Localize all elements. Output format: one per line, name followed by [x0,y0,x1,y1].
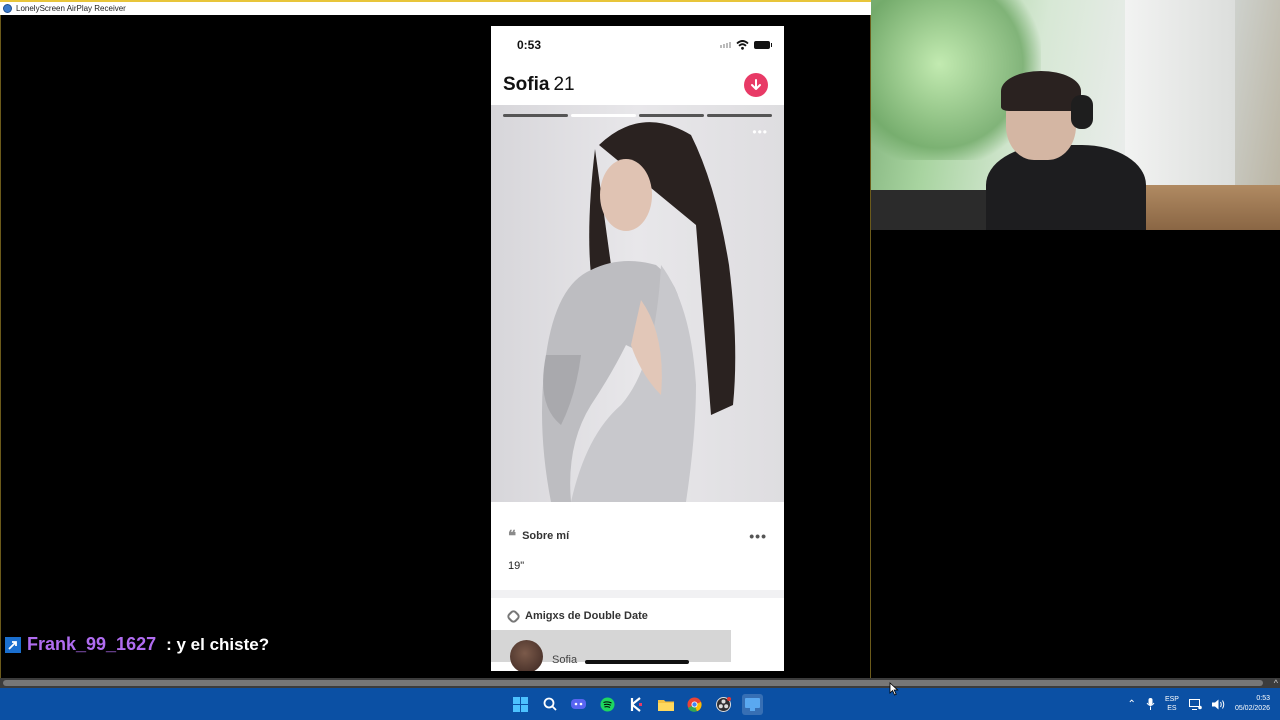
taskbar-clock[interactable]: 0:53 05/02/2026 [1235,694,1270,714]
double-date-section: Amigxs de Double Date [491,608,784,624]
friend-avatar [510,640,543,671]
about-more-button[interactable]: ••• [749,528,767,544]
battery-icon [754,41,772,49]
photo-progress-segment [503,114,568,117]
chat-username: Frank_99_1627 [27,634,157,654]
wifi-icon [736,40,749,50]
photo-progress-segment-active [571,114,636,117]
section-divider [491,590,784,598]
scroll-up-arrow-icon[interactable]: ^ [1274,678,1278,688]
phone-mirror[interactable]: 0:53 Sofia 21 ••• ❝ Sobre mí ••• 19" Ami… [491,26,784,671]
show-hidden-icons-icon[interactable]: ⌃ [1128,699,1136,710]
link-icon [505,608,522,624]
microphone-icon[interactable] [1146,698,1155,710]
arrow-down-icon [751,79,761,90]
language-code: ESP [1164,696,1179,703]
clock-date: 05/02/2026 [1234,705,1270,712]
profile-age: 21 [553,74,575,95]
double-date-friend[interactable]: Sofia [510,640,577,671]
webcam-feed [871,0,1280,230]
status-time: 0:53 [517,38,542,52]
input-language[interactable]: ESP ES [1165,695,1179,713]
taskbar-apps [510,688,763,720]
search-icon[interactable] [539,694,560,715]
home-indicator[interactable] [585,660,689,664]
chat-message: Frank_99_1627 : y el chiste? [5,634,269,655]
file-explorer-icon[interactable] [655,694,676,715]
about-me-heading: ❝ Sobre mí [508,529,569,544]
system-tray: ⌃ ESP ES 0:53 05/02/2026 [1128,688,1270,720]
volume-icon[interactable] [1211,699,1225,710]
network-icon[interactable] [1188,698,1202,710]
cellular-signal-icon [720,42,731,48]
keyboard-layout: ES [1167,705,1177,712]
scrollbar-thumb[interactable] [3,680,1263,686]
profile-photo[interactable]: ••• [491,105,784,502]
mouse-cursor-icon [889,682,899,696]
chat-text: : y el chiste? [166,634,270,654]
obs-icon[interactable] [713,694,734,715]
phone-status-bar: 0:53 [491,26,784,64]
double-date-heading: Amigxs de Double Date [505,608,767,624]
about-me-text: 19" [508,560,525,572]
lonelyscreen-app-icon [3,4,12,13]
window-titlebar[interactable]: LonelyScreen AirPlay Receiver [0,0,871,15]
taskbar: ⌃ ESP ES 0:53 05/02/2026 [0,688,1280,720]
kick-badge-icon [5,636,21,653]
photo-progress-bars [503,114,772,117]
start-icon[interactable] [510,694,531,715]
discord-icon[interactable] [568,694,589,715]
friend-name: Sofia [552,653,578,666]
photo-progress-segment [639,114,704,117]
about-me-title: Sobre mí [522,530,570,542]
spotify-icon[interactable] [597,694,618,715]
profile-name: Sofia [503,74,550,95]
headphones-icon [1071,95,1093,129]
quote-icon: ❝ [508,527,517,545]
window-title: LonelyScreen AirPlay Receiver [16,4,126,13]
lonelyscreen-icon[interactable] [742,693,763,715]
photo-progress-segment [707,114,772,117]
kick-icon[interactable] [626,694,647,715]
clock-time: 0:53 [1256,695,1270,702]
profile-name-age: Sofia 21 [503,74,575,96]
about-me-section: ❝ Sobre mí ••• 19" [491,516,784,588]
double-date-title: Amigxs de Double Date [525,610,648,622]
photo-illustration [542,122,736,502]
chrome-icon[interactable] [684,694,705,715]
photo-more-icon[interactable]: ••• [752,125,768,139]
collapse-profile-button[interactable] [744,73,768,97]
profile-header: Sofia 21 [491,66,784,104]
streamer [966,71,1146,230]
status-icons [720,40,772,50]
desktop: LonelyScreen AirPlay Receiver 0:53 Sofia… [0,0,1280,720]
horizontal-scrollbar[interactable]: ^ [0,678,1280,688]
